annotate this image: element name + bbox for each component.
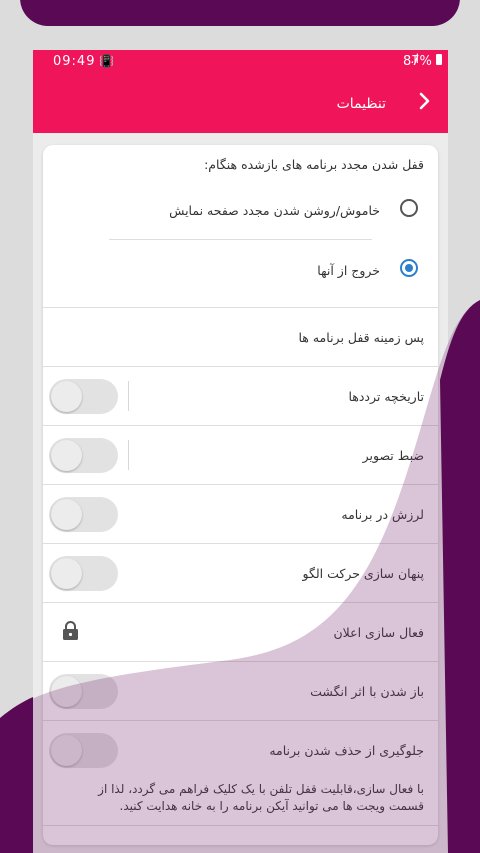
relock-option-label: خاموش/روشن شدن مجدد صفحه نمایش	[169, 203, 380, 218]
toggle-knob	[51, 440, 82, 471]
prevent-uninstall-toggle[interactable]	[49, 733, 118, 768]
toggle-knob	[51, 676, 82, 707]
divider	[43, 825, 438, 826]
toggle-knob	[51, 381, 82, 412]
toggle-knob	[51, 499, 82, 530]
footer-note: با فعال سازی،قابلیت قفل تلفن با یک کلیک …	[98, 782, 424, 813]
setting-row-notification[interactable]: فعال سازی اعلان	[43, 603, 438, 661]
toggle-knob	[51, 558, 82, 589]
radio-screen-toggle[interactable]	[400, 199, 418, 217]
battery-indicator: 87%	[403, 54, 442, 69]
setting-row-fingerprint[interactable]: باز شدن با اثر انگشت	[43, 662, 438, 720]
toggle-knob	[51, 735, 82, 766]
chevron-right-icon[interactable]	[418, 92, 430, 115]
decorative-top-shape	[20, 0, 460, 26]
app-background-item[interactable]: پس زمینه قفل برنامه ها	[43, 308, 438, 366]
lock-icon[interactable]	[62, 621, 79, 641]
page-title: تنظیمات	[336, 96, 386, 112]
setting-label: باز شدن با اثر انگشت	[310, 684, 424, 699]
relock-option-screen[interactable]: خاموش/روشن شدن مجدد صفحه نمایش	[43, 193, 438, 233]
capture-toggle[interactable]	[49, 438, 118, 473]
status-bar: 09:49 📳 .ıl 87%	[33, 50, 448, 76]
setting-label: تاریخچه ترددها	[348, 389, 424, 404]
setting-label: ضبط تصویر	[362, 448, 424, 463]
relock-section-header: قفل شدن مجدد برنامه های بازشده هنگام:	[204, 157, 424, 172]
relock-option-label: خروج از آنها	[317, 263, 380, 278]
radio-exit-apps[interactable]	[400, 259, 418, 277]
setting-label: لرزش در برنامه	[341, 507, 424, 522]
setting-label: پنهان سازی حرکت الگو	[302, 566, 424, 581]
setting-row-capture[interactable]: ضبط تصویر	[43, 426, 438, 484]
vibrate-icon: 📳	[99, 54, 114, 68]
settings-card: قفل شدن مجدد برنامه های بازشده هنگام: خا…	[43, 145, 438, 845]
divider	[109, 239, 372, 240]
phone-screen: 09:49 📳 .ıl 87% تنظیمات قفل شدن مجدد برن…	[33, 50, 448, 853]
setting-label: فعال سازی اعلان	[333, 625, 424, 640]
vibrate-toggle[interactable]	[49, 497, 118, 532]
setting-row-hide-pattern[interactable]: پنهان سازی حرکت الگو	[43, 544, 438, 602]
setting-row-prevent-uninstall[interactable]: جلوگیری از حذف شدن برنامه	[43, 721, 438, 779]
history-toggle[interactable]	[49, 379, 118, 414]
setting-label: جلوگیری از حذف شدن برنامه	[269, 743, 424, 758]
app-background-label: پس زمینه قفل برنامه ها	[298, 330, 424, 345]
status-time: 09:49	[53, 54, 96, 69]
battery-icon	[436, 54, 442, 65]
battery-level: 87%	[402, 54, 432, 69]
hide-pattern-toggle[interactable]	[49, 556, 118, 591]
relock-option-exit[interactable]: خروج از آنها	[43, 253, 438, 293]
setting-row-vibrate[interactable]: لرزش در برنامه	[43, 485, 438, 543]
fingerprint-toggle[interactable]	[49, 674, 118, 709]
setting-row-history[interactable]: تاریخچه ترددها	[43, 367, 438, 425]
app-bar: تنظیمات	[33, 76, 448, 133]
separator	[128, 440, 129, 470]
separator	[128, 381, 129, 411]
